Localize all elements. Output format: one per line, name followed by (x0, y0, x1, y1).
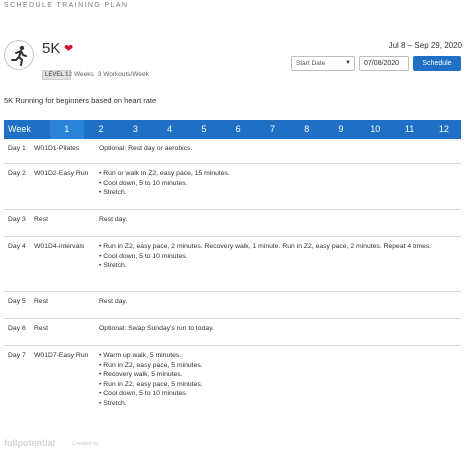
detail-line: • Run or walk in Z2, easy pace, 15 minut… (99, 170, 230, 177)
day-row: Day 7 W01D7-Easy Run • Warm up walk, 5 m… (4, 346, 461, 419)
chevron-down-icon: ▼ (345, 60, 351, 66)
week-tab-2[interactable]: 2 (84, 120, 118, 139)
week-label: Week (8, 124, 31, 134)
workout-details: Optional: Swap Sunday's run to today. (99, 324, 459, 334)
week-tab-1[interactable]: 1 (49, 120, 84, 139)
day-row: Day 2 W01D2-Easy Run • Run or walk in Z2… (4, 164, 461, 210)
date-range: Jul 8 – Sep 29, 2020 (388, 41, 462, 50)
day-label: Day 4 (8, 243, 26, 250)
detail-line: • Stretch. (99, 189, 127, 197)
day-label: Day 1 (8, 145, 26, 152)
workout-details: Rest day. (99, 215, 459, 225)
start-date-select[interactable]: Start Date ▼ (291, 56, 355, 71)
heart-icon[interactable]: ❤ (64, 42, 73, 55)
plan-name: 5K (42, 40, 61, 57)
detail-line: • Warm up walk, 5 minutes. (99, 352, 182, 359)
week-tab-4[interactable]: 4 (152, 120, 186, 139)
date-input[interactable]: 07/08/2020 (359, 56, 409, 71)
workout-name[interactable]: Rest (34, 324, 96, 334)
plan-meta: 12 Weeks 3 Workouts/Week (65, 70, 149, 80)
day-label: Day 6 (8, 325, 26, 332)
week-tabs: Week 1 2 3 4 5 6 7 8 9 10 11 12 (4, 120, 461, 139)
week-tab-3[interactable]: 3 (118, 120, 152, 139)
day-label: Day 3 (8, 216, 26, 223)
window-title: SCHEDULE TRAINING PLAN (4, 2, 129, 9)
workout-name[interactable]: Rest (34, 297, 96, 307)
day-row: Day 1 W01D1-Pilates Optional: Rest day o… (4, 139, 461, 164)
schedule-button[interactable]: Schedule (413, 56, 461, 71)
plan-avatar (4, 40, 34, 70)
workout-name[interactable]: W01D7-Easy Run (34, 351, 96, 361)
runner-icon (11, 45, 27, 66)
day-row: Day 3 Rest Rest day. (4, 210, 461, 237)
day-row: Day 6 Rest Optional: Swap Sunday's run t… (4, 319, 461, 346)
detail-line: Optional: Rest day or aerobics. (99, 145, 193, 152)
workout-details: • Warm up walk, 5 minutes. • Run in Z2, … (99, 351, 459, 409)
day-row: Day 4 W01D4-intervals • Run in Z2, easy … (4, 237, 461, 292)
window-titlebar: SCHEDULE TRAINING PLAN (0, 0, 474, 16)
detail-line: • Cool down, 5 to 10 minutes. (99, 390, 188, 398)
week-tab-5[interactable]: 5 (187, 120, 221, 139)
workout-name[interactable]: W01D4-intervals (34, 242, 96, 252)
detail-line: • Run in Z2, easy pace, 5 minutes. (99, 380, 203, 388)
week-tab-7[interactable]: 7 (255, 120, 289, 139)
week-tab-10[interactable]: 10 (358, 120, 392, 139)
day-list: Day 1 W01D1-Pilates Optional: Rest day o… (4, 139, 461, 419)
plan-description: 5K Running for beginners based on heart … (4, 96, 157, 105)
detail-line: • Run in Z2, easy pace, 2 minutes. Recov… (99, 243, 432, 250)
detail-line: • Cool down, 5 to 10 minutes. (99, 252, 188, 260)
detail-line: • Stretch. (99, 262, 127, 270)
workout-name[interactable]: W01D2-Easy Run (34, 169, 96, 179)
day-label: Day 2 (8, 170, 26, 177)
day-label: Day 5 (8, 298, 26, 305)
detail-line: • Cool down, 5 to 10 minutes. (99, 179, 188, 187)
week-tab-9[interactable]: 9 (324, 120, 358, 139)
detail-line: • Recovery walk, 5 minutes. (99, 371, 183, 379)
detail-line: Optional: Swap Sunday's run to today. (99, 325, 214, 332)
workout-name[interactable]: W01D1-Pilates (34, 144, 96, 154)
workout-name[interactable]: Rest (34, 215, 96, 225)
start-date-select-value: Start Date (296, 60, 326, 67)
detail-line: • Stretch. (99, 399, 127, 407)
week-tab-12[interactable]: 12 (427, 120, 461, 139)
day-label: Day 7 (8, 352, 26, 359)
plan-weeks: 12 Weeks (65, 71, 94, 78)
detail-line: • Run in Z2, easy pace, 5 minutes. (99, 361, 203, 369)
created-by-label: Created by (72, 441, 99, 447)
week-tab-11[interactable]: 11 (392, 120, 426, 139)
detail-line: Rest day. (99, 298, 128, 305)
week-tab-8[interactable]: 8 (290, 120, 324, 139)
workout-details: Rest day. (99, 297, 459, 307)
week-tab-6[interactable]: 6 (221, 120, 255, 139)
plan-workouts: 3 Workouts/Week (97, 71, 149, 78)
workout-details: • Run or walk in Z2, easy pace, 15 minut… (99, 169, 459, 198)
workout-details: Optional: Rest day or aerobics. (99, 144, 459, 154)
brand-logo: fullpotential (4, 438, 55, 448)
day-row: Day 5 Rest Rest day. (4, 292, 461, 319)
detail-line: Rest day. (99, 216, 128, 223)
workout-details: • Run in Z2, easy pace, 2 minutes. Recov… (99, 242, 459, 271)
